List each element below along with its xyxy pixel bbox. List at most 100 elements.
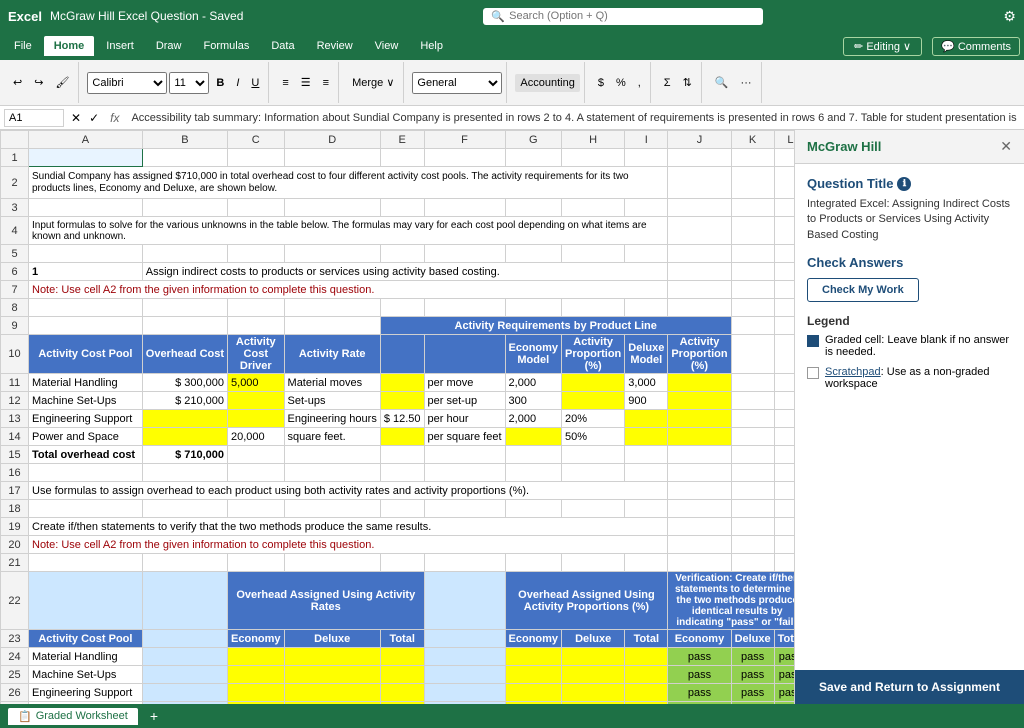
cell-d1[interactable]	[284, 149, 380, 167]
cell-l24[interactable]: pass	[774, 648, 794, 666]
tab-help[interactable]: Help	[410, 36, 453, 56]
confirm-formula-btn[interactable]: ✓	[86, 111, 102, 125]
cell-l1[interactable]	[774, 149, 794, 167]
cell-a4[interactable]: Input formulas to solve for the various …	[29, 217, 668, 245]
cell-k2[interactable]	[731, 167, 774, 199]
cell-a17[interactable]: Use formulas to assign overhead to each …	[29, 482, 668, 500]
cell-d11[interactable]: Material moves	[284, 374, 380, 392]
cell-b6[interactable]: Assign indirect costs to products or ser…	[142, 263, 668, 281]
cell-a11[interactable]: Material Handling	[29, 374, 143, 392]
cell-b11[interactable]: $ 300,000	[142, 374, 227, 392]
close-panel-btn[interactable]: ✕	[1000, 138, 1012, 155]
cell-i12[interactable]: 900	[625, 392, 668, 410]
cell-d13[interactable]: Engineering hours	[284, 410, 380, 428]
cell-a20[interactable]: Note: Use cell A2 from the given informa…	[29, 536, 668, 554]
cell-a27[interactable]: Power and Space	[29, 702, 143, 705]
cell-b22[interactable]	[142, 572, 227, 630]
font-size-selector[interactable]: 11	[169, 72, 209, 94]
cell-c26[interactable]	[228, 684, 285, 702]
cell-j11[interactable]	[668, 374, 731, 392]
cell-b9[interactable]	[142, 317, 227, 335]
undo-btn[interactable]: ↩	[8, 73, 27, 92]
cell-j22[interactable]: Verification: Create if/then statements …	[668, 572, 794, 630]
cell-j1[interactable]	[668, 149, 731, 167]
cell-a10[interactable]: Activity Cost Pool	[29, 335, 143, 374]
cell-l25[interactable]: pass	[774, 666, 794, 684]
cell-f14[interactable]: per square feet	[424, 428, 505, 446]
cell-a3[interactable]	[29, 199, 143, 217]
align-right-btn[interactable]: ≡	[318, 74, 334, 92]
font-selector[interactable]: Calibri	[87, 72, 167, 94]
align-center-btn[interactable]: ☰	[296, 73, 316, 92]
col-header-j[interactable]: J	[668, 131, 731, 149]
cell-b1[interactable]	[142, 149, 227, 167]
cell-g10[interactable]: Economy Model	[505, 335, 562, 374]
check-my-work-button[interactable]: Check My Work	[807, 278, 919, 302]
cell-c23[interactable]: Economy	[228, 630, 285, 648]
cell-k25[interactable]: pass	[731, 666, 774, 684]
cell-e11[interactable]	[380, 374, 424, 392]
cell-i27[interactable]	[625, 702, 668, 705]
cell-a23[interactable]: Activity Cost Pool	[29, 630, 143, 648]
cell-e9[interactable]: Activity Requirements by Product Line	[380, 317, 731, 335]
cell-d27[interactable]	[284, 702, 380, 705]
cell-j23[interactable]: Economy	[668, 630, 731, 648]
cell-f1[interactable]	[424, 149, 505, 167]
cell-i23[interactable]: Total	[625, 630, 668, 648]
cell-g1[interactable]	[505, 149, 562, 167]
cell-b10[interactable]: Overhead Cost	[142, 335, 227, 374]
save-return-button[interactable]: Save and Return to Assignment	[795, 670, 1024, 704]
cell-e13[interactable]: $ 12.50	[380, 410, 424, 428]
cell-c11[interactable]: 5,000	[228, 374, 285, 392]
cell-e25[interactable]	[380, 666, 424, 684]
cell-a6[interactable]: 1	[29, 263, 143, 281]
cell-i11[interactable]: 3,000	[625, 374, 668, 392]
col-header-c[interactable]: C	[228, 131, 285, 149]
cell-e1[interactable]	[380, 149, 424, 167]
comma-btn[interactable]: ,	[633, 74, 646, 92]
cell-b12[interactable]: $ 210,000	[142, 392, 227, 410]
cell-k1[interactable]	[731, 149, 774, 167]
cell-g12[interactable]: 300	[505, 392, 562, 410]
tab-file[interactable]: File	[4, 36, 42, 56]
cell-g13[interactable]: 2,000	[505, 410, 562, 428]
cell-a24[interactable]: Material Handling	[29, 648, 143, 666]
cell-f26[interactable]	[424, 684, 505, 702]
sheet-tab-graded[interactable]: 📋 Graded Worksheet	[8, 708, 138, 725]
italic-btn[interactable]: I	[231, 74, 244, 92]
cell-g25[interactable]	[505, 666, 562, 684]
cell-a1[interactable]	[29, 149, 143, 167]
bold-btn[interactable]: B	[211, 74, 229, 92]
cell-e24[interactable]	[380, 648, 424, 666]
cell-c13[interactable]	[228, 410, 285, 428]
cell-e15[interactable]	[380, 446, 424, 464]
search-input[interactable]	[509, 10, 755, 22]
cell-c22[interactable]: Overhead Assigned Using Activity Rates	[228, 572, 425, 630]
format-painter-btn[interactable]: 🖌	[50, 73, 74, 92]
cell-reference[interactable]	[4, 109, 64, 127]
sum-btn[interactable]: Σ	[659, 74, 676, 92]
col-header-b[interactable]: B	[142, 131, 227, 149]
cell-j25[interactable]: pass	[668, 666, 731, 684]
cell-c9[interactable]	[228, 317, 285, 335]
cell-i25[interactable]	[625, 666, 668, 684]
more-btn[interactable]: ···	[736, 74, 757, 92]
cell-j10[interactable]: Activity Proportion (%)	[668, 335, 731, 374]
cell-a19[interactable]: Create if/then statements to verify that…	[29, 518, 668, 536]
cell-h14[interactable]: 50%	[562, 428, 625, 446]
cell-e23[interactable]: Total	[380, 630, 424, 648]
cell-i26[interactable]	[625, 684, 668, 702]
cell-a26[interactable]: Engineering Support	[29, 684, 143, 702]
cell-h1[interactable]	[562, 149, 625, 167]
cell-c15[interactable]	[228, 446, 285, 464]
cell-d25[interactable]	[284, 666, 380, 684]
cell-h26[interactable]	[562, 684, 625, 702]
accounting-btn[interactable]: Accounting	[515, 74, 579, 92]
tab-view[interactable]: View	[365, 36, 409, 56]
tab-draw[interactable]: Draw	[146, 36, 192, 56]
cell-a15[interactable]: Total overhead cost	[29, 446, 143, 464]
cell-j2[interactable]	[668, 167, 731, 199]
cell-f23[interactable]	[424, 630, 505, 648]
merge-btn[interactable]: Merge ∨	[347, 73, 399, 92]
cell-f13[interactable]: per hour	[424, 410, 505, 428]
